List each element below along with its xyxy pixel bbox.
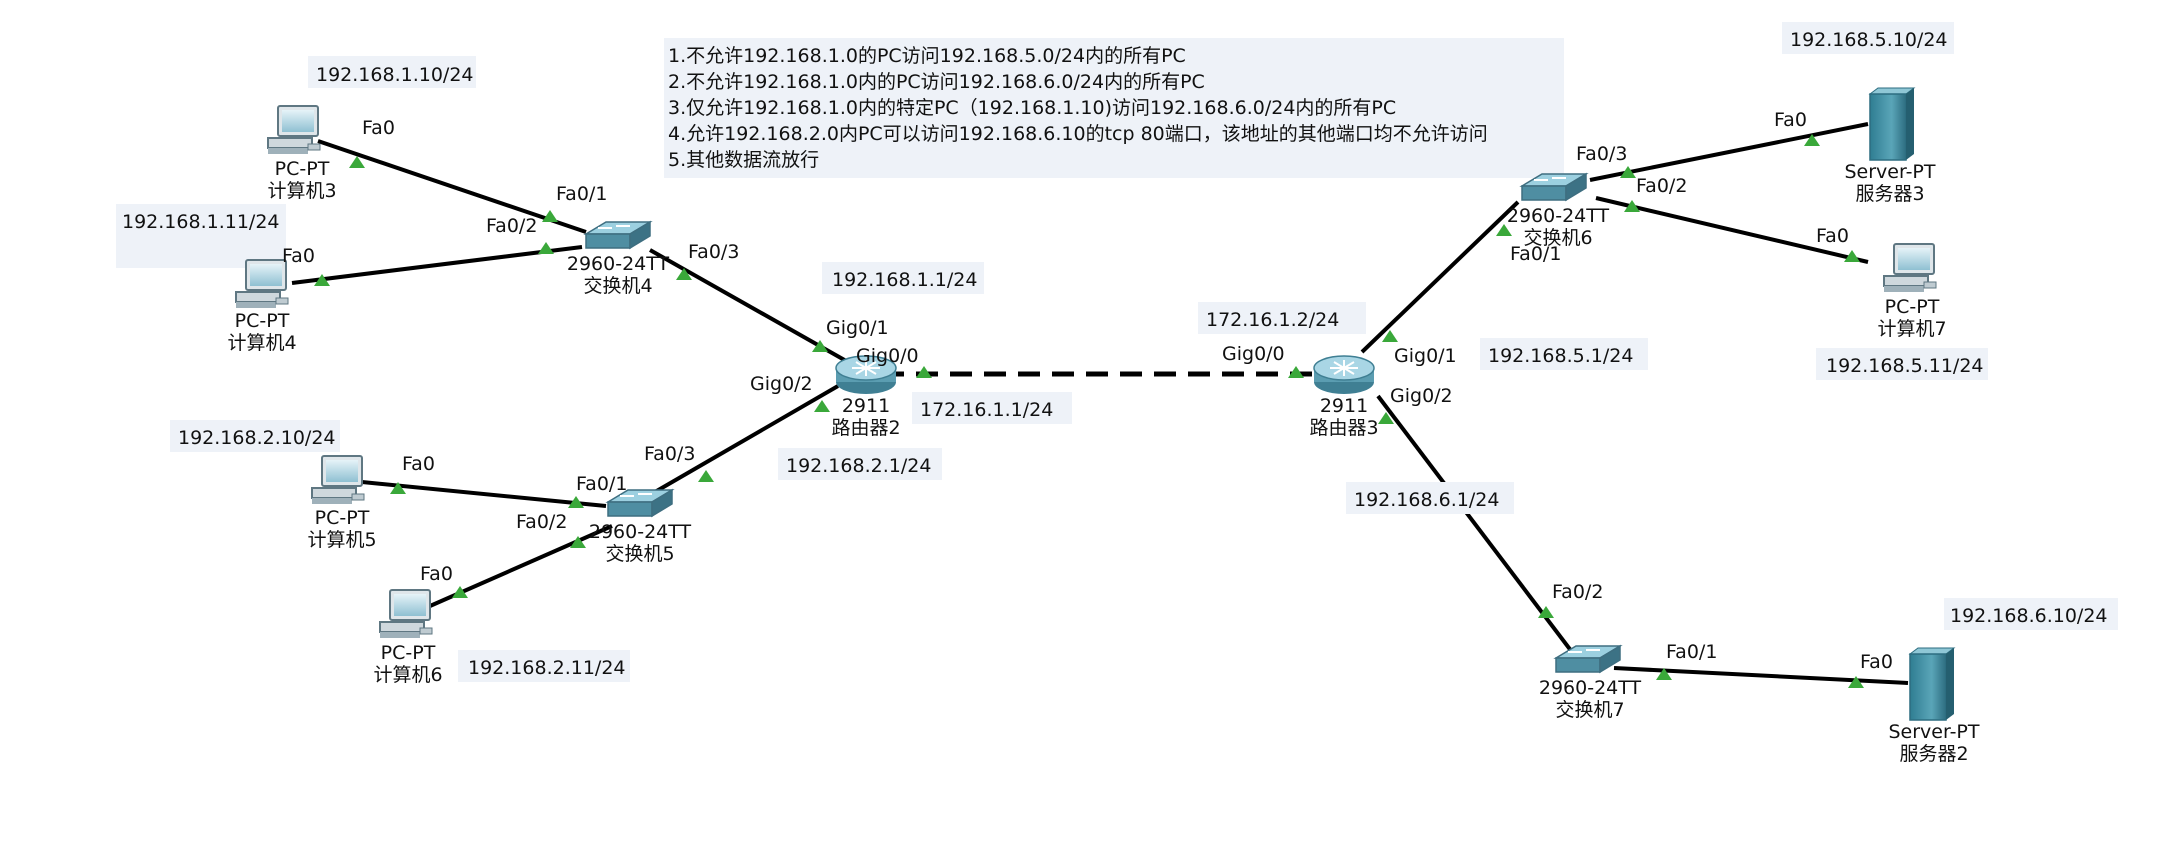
note-2: 2.不允许192.168.1.0内的PC访问192.168.6.0/24内的所有… xyxy=(668,71,1205,93)
link-pc4-sw4[interactable] xyxy=(291,245,583,285)
port-label: Fa0/2 xyxy=(516,511,567,533)
r3-name: 路由器3 xyxy=(1309,417,1378,439)
port-label: Fa0/2 xyxy=(486,215,537,237)
port-label: Gig0/0 xyxy=(856,345,919,367)
port-label: Fa0/3 xyxy=(1576,143,1627,165)
pc7-ip: 192.168.5.11/24 xyxy=(1826,355,1984,377)
pc4-model: PC-PT xyxy=(235,310,290,332)
router3[interactable] xyxy=(1313,355,1375,395)
ip-label-backgrounds xyxy=(116,22,2118,682)
sw4-model: 2960-24TT xyxy=(567,253,670,275)
link-r3-sw6[interactable] xyxy=(1360,200,1520,354)
switch4[interactable] xyxy=(585,221,651,249)
sw6-model: 2960-24TT xyxy=(1507,205,1610,227)
server-icon xyxy=(1869,87,1915,161)
note-1: 1.不允许192.168.1.0的PC访问192.168.5.0/24内的所有P… xyxy=(668,45,1186,67)
sw5-model: 2960-24TT xyxy=(589,521,692,543)
pc-icon xyxy=(267,105,321,155)
switch7[interactable] xyxy=(1555,645,1621,673)
r3-model: 2911 xyxy=(1320,395,1368,417)
pc-icon xyxy=(1883,243,1937,293)
router-icon xyxy=(1313,355,1375,395)
port-label: Fa0/1 xyxy=(576,473,627,495)
port-label: Fa0 xyxy=(420,563,453,585)
r3-gig02-ip: 192.168.6.1/24 xyxy=(1354,489,1499,511)
port-label: Fa0 xyxy=(362,117,395,139)
port-label: Fa0/2 xyxy=(1636,175,1687,197)
pc3-model: PC-PT xyxy=(275,158,330,180)
sw4-name: 交换机4 xyxy=(583,275,652,297)
note-5: 5.其他数据流放行 xyxy=(668,149,819,171)
r2-name: 路由器2 xyxy=(831,417,900,439)
pc-computer6[interactable] xyxy=(379,589,433,639)
pc6-name: 计算机6 xyxy=(373,664,442,686)
port-label: Gig0/1 xyxy=(1394,345,1457,367)
pc5-name: 计算机5 xyxy=(307,529,376,551)
pc-computer5[interactable] xyxy=(311,455,365,505)
pc4-ip: 192.168.1.11/24 xyxy=(122,211,280,233)
port-label: Fa0 xyxy=(282,245,315,267)
r3-gig00-ip: 172.16.1.2/24 xyxy=(1206,309,1339,331)
pc6-model: PC-PT xyxy=(381,642,436,664)
srv2-ip: 192.168.6.10/24 xyxy=(1950,605,2108,627)
sw5-name: 交换机5 xyxy=(605,543,674,565)
port-label: Fa0/2 xyxy=(1552,581,1603,603)
port-label: Fa0 xyxy=(1774,109,1807,131)
topology-svg: 1.不允许192.168.1.0的PC访问192.168.5.0/24内的所有P… xyxy=(116,22,2118,765)
srv3-name: 服务器3 xyxy=(1855,183,1924,205)
pc-computer3[interactable] xyxy=(267,105,321,155)
port-indicator xyxy=(814,400,830,412)
r2-model: 2911 xyxy=(842,395,890,417)
links xyxy=(291,122,1909,685)
port-label: Fa0/1 xyxy=(1666,641,1717,663)
port-indicator xyxy=(538,242,554,254)
srv2-name: 服务器2 xyxy=(1899,743,1968,765)
r2-gig02-ip: 192.168.2.1/24 xyxy=(786,455,931,477)
r3-gig01-ip: 192.168.5.1/24 xyxy=(1488,345,1633,367)
port-label: Fa0/3 xyxy=(688,241,739,263)
port-label: Fa0/1 xyxy=(556,183,607,205)
srv2-model: Server-PT xyxy=(1888,721,1979,743)
pc-icon xyxy=(379,589,433,639)
port-labels: Fa0 Fa0/1 Fa0/2 Fa0 Fa0/3 Gig0/1 Gig0/0 … xyxy=(282,109,1893,673)
port-label: Gig0/1 xyxy=(826,317,889,339)
port-label: Gig0/0 xyxy=(1222,343,1285,365)
pc3-ip: 192.168.1.10/24 xyxy=(316,64,474,86)
srv3-ip: 192.168.5.10/24 xyxy=(1790,29,1948,51)
pc4-name: 计算机4 xyxy=(227,332,296,354)
note-4: 4.允许192.168.2.0内PC可以访问192.168.6.10的tcp 8… xyxy=(668,123,1488,145)
port-label: Fa0 xyxy=(1816,225,1849,247)
pc3-name: 计算机3 xyxy=(267,180,336,202)
port-label: Fa0 xyxy=(1860,651,1893,673)
r2-gig00-ip: 172.16.1.1/24 xyxy=(920,399,1053,421)
port-indicators xyxy=(314,134,1864,688)
port-label: Gig0/2 xyxy=(1390,385,1453,407)
pc5-ip: 192.168.2.10/24 xyxy=(178,427,336,449)
r2-gig01-ip: 192.168.1.1/24 xyxy=(832,269,977,291)
pc-computer7[interactable] xyxy=(1883,243,1937,293)
port-label: Gig0/2 xyxy=(750,373,813,395)
switch-icon xyxy=(585,221,651,249)
port-label: Fa0/1 xyxy=(1510,243,1561,265)
pc6-ip: 192.168.2.11/24 xyxy=(468,657,626,679)
port-indicator xyxy=(698,470,714,482)
note-3: 3.仅允许192.168.1.0内的特定PC（192.168.1.10)访问19… xyxy=(668,97,1396,119)
server-icon xyxy=(1909,647,1955,721)
srv3-model: Server-PT xyxy=(1844,161,1935,183)
sw7-model: 2960-24TT xyxy=(1539,677,1642,699)
pc7-name: 计算机7 xyxy=(1877,318,1946,340)
sw7-name: 交换机7 xyxy=(1555,699,1624,721)
port-label: Fa0/3 xyxy=(644,443,695,465)
server3[interactable] xyxy=(1869,87,1915,161)
pc-icon xyxy=(311,455,365,505)
pc7-model: PC-PT xyxy=(1885,296,1940,318)
port-label: Fa0 xyxy=(402,453,435,475)
network-topology-canvas: 1.不允许192.168.1.0的PC访问192.168.5.0/24内的所有P… xyxy=(0,0,2170,841)
server2[interactable] xyxy=(1909,647,1955,721)
switch-icon xyxy=(1555,645,1621,673)
pc5-model: PC-PT xyxy=(315,507,370,529)
